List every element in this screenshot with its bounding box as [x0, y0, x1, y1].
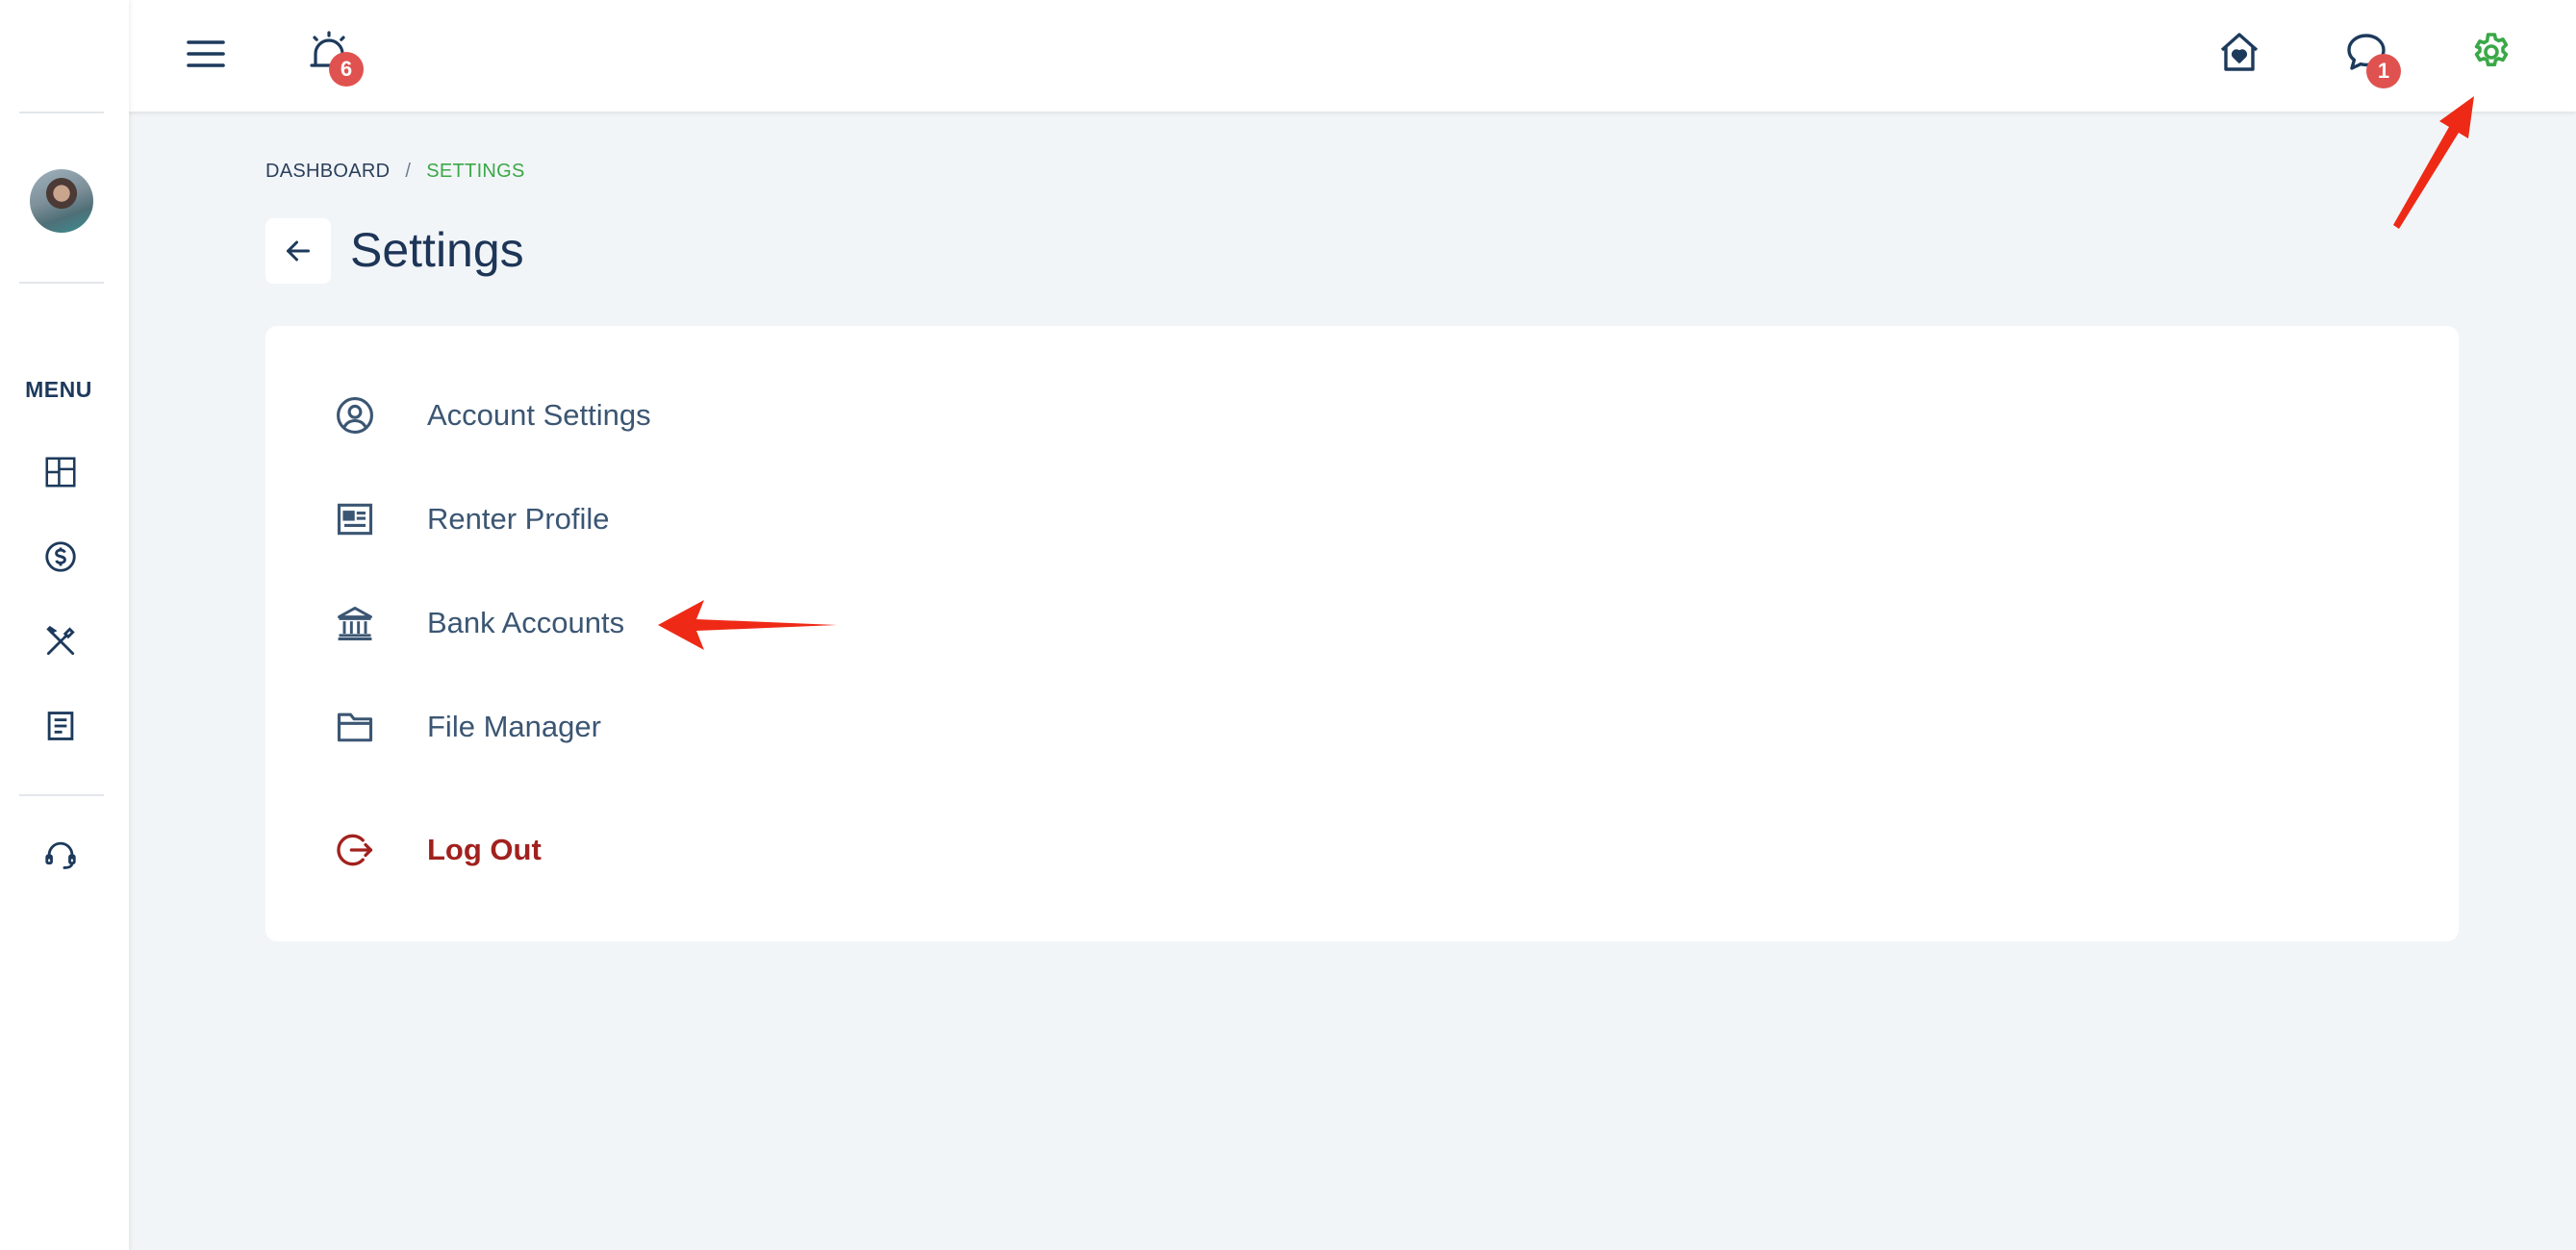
sidebar: MENU	[0, 0, 129, 1250]
sidebar-item-dashboard[interactable]	[38, 450, 83, 494]
arrow-left-icon	[287, 240, 310, 262]
sidebar-item-maintenance[interactable]	[38, 619, 83, 663]
home-button[interactable]	[2210, 23, 2268, 81]
home-heart-icon	[2220, 33, 2259, 71]
tools-icon	[46, 625, 75, 656]
logout-button[interactable]: Log Out	[333, 821, 542, 879]
hamburger-icon	[187, 40, 225, 67]
breadcrumb: DASHBOARD / SETTINGS	[265, 161, 525, 183]
annotation-arrow-bank-accounts	[658, 600, 837, 650]
alerts-count-badge: 6	[329, 52, 364, 87]
logout-icon	[333, 828, 377, 872]
headset-icon	[45, 841, 76, 869]
messages-count-badge: 1	[2366, 54, 2401, 88]
settings-item-label: File Manager	[427, 710, 601, 743]
sidebar-item-payments[interactable]	[38, 535, 83, 579]
document-icon	[47, 712, 74, 740]
page-title: Settings	[350, 223, 524, 277]
dollar-icon	[45, 541, 76, 572]
sidebar-item-support[interactable]	[38, 833, 83, 877]
logout-label: Log Out	[427, 833, 542, 866]
settings-item-renter-profile[interactable]: Renter Profile	[333, 490, 610, 548]
alerts-button[interactable]: 6	[300, 23, 364, 87]
breadcrumb-current: SETTINGS	[426, 161, 525, 182]
settings-item-label: Bank Accounts	[427, 606, 625, 639]
settings-item-file-manager[interactable]: File Manager	[333, 698, 601, 756]
annotation-arrow-settings	[2393, 96, 2474, 229]
settings-card: Account Settings Renter Profile Bank Acc…	[265, 326, 2459, 941]
top-bar: 6 1	[129, 0, 2576, 112]
profile-card-icon	[333, 497, 377, 541]
dashboard-icon	[45, 457, 76, 488]
gear-icon	[2474, 33, 2509, 66]
settings-button[interactable]	[2462, 23, 2520, 81]
settings-item-label: Renter Profile	[427, 502, 610, 536]
settings-item-account[interactable]: Account Settings	[333, 387, 651, 444]
sidebar-item-documents[interactable]	[38, 704, 83, 748]
settings-item-label: Account Settings	[427, 398, 651, 432]
back-button[interactable]	[265, 218, 331, 284]
avatar[interactable]	[30, 169, 93, 233]
settings-item-bank-accounts[interactable]: Bank Accounts	[333, 594, 624, 652]
user-circle-icon	[333, 393, 377, 438]
sidebar-divider	[19, 794, 104, 796]
hamburger-menu-button[interactable]	[177, 25, 235, 83]
bank-icon	[333, 601, 377, 645]
folder-icon	[333, 705, 377, 749]
breadcrumb-separator: /	[405, 161, 412, 182]
menu-label: MENU	[25, 377, 92, 402]
messages-button[interactable]: 1	[2337, 23, 2401, 88]
sidebar-divider	[19, 112, 104, 113]
breadcrumb-dashboard-link[interactable]: DASHBOARD	[265, 161, 390, 183]
sidebar-divider	[19, 282, 104, 284]
